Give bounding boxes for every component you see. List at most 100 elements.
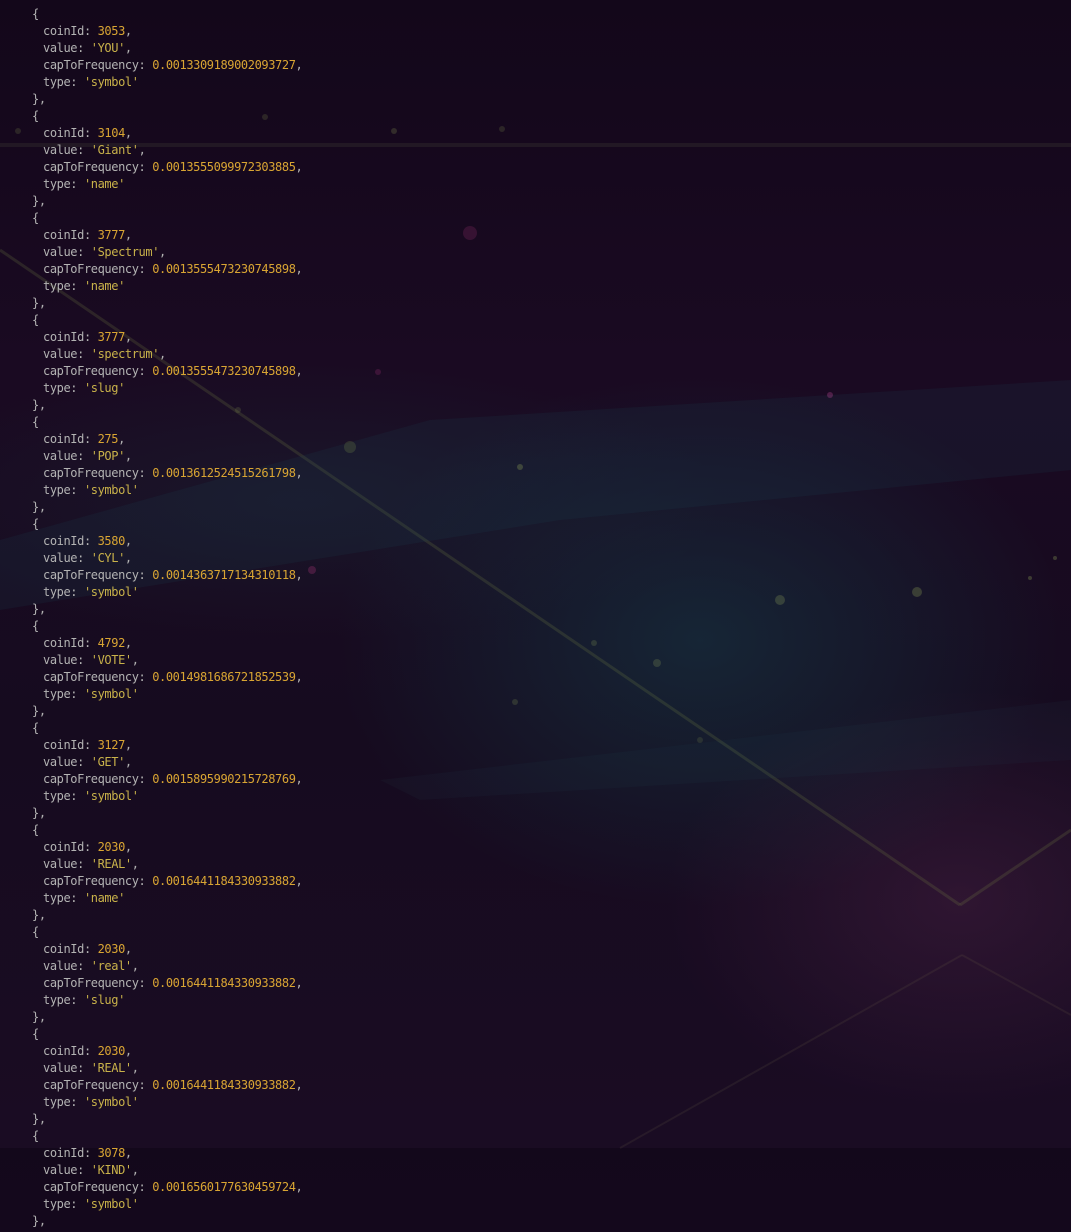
record-open-brace: {: [32, 1026, 302, 1043]
record-close-brace: },: [32, 295, 302, 312]
captofrequency-value: 0.0013555099972303885: [152, 160, 296, 174]
record-open-brace: {: [32, 210, 302, 227]
record-open-brace: {: [32, 516, 302, 533]
record-type-line: type: 'slug': [32, 380, 302, 397]
open-brace: {: [32, 211, 39, 225]
open-brace: {: [32, 109, 39, 123]
record-value-line: value: 'CYL',: [32, 550, 302, 567]
value-string: 'CYL': [90, 551, 126, 565]
captofrequency-value: 0.0014363717134310118: [152, 568, 296, 582]
type-key: type:: [43, 483, 84, 497]
open-brace: {: [32, 517, 39, 531]
record-coinid-line: coinId: 3127,: [32, 737, 302, 754]
open-brace: {: [32, 1129, 39, 1143]
terminal-window[interactable]: {coinId: 3053, value: 'YOU', capToFrequenc…: [0, 0, 1071, 1232]
record-type-line: type: 'symbol': [32, 686, 302, 703]
record-type-line: type: 'name': [32, 890, 302, 907]
close-brace: },: [32, 1112, 46, 1126]
comma: ,: [124, 1146, 132, 1160]
captofrequency-key: capToFrequency:: [43, 262, 153, 276]
value-string: 'REAL': [90, 1061, 132, 1075]
captofrequency-value: 0.0013309189002093727: [152, 58, 296, 72]
record-close-brace: },: [32, 397, 302, 414]
type-string: 'symbol': [83, 75, 139, 89]
type-string: 'symbol': [83, 483, 139, 497]
record-captofrequency-line: capToFrequency: 0.0014363717134310118,: [32, 567, 303, 584]
value-string: 'KIND': [90, 1163, 132, 1177]
coinid-value: 4792: [97, 636, 126, 650]
type-key: type:: [43, 279, 84, 293]
value-string: 'REAL': [90, 857, 132, 871]
type-string: 'symbol': [83, 1197, 139, 1211]
record-coinid-line: coinId: 2030,: [32, 1043, 302, 1060]
record-coinid-line: coinId: 3053,: [32, 23, 302, 40]
comma: ,: [131, 1061, 139, 1075]
record-captofrequency-line: capToFrequency: 0.0013612524515261798,: [32, 465, 303, 482]
coinid-value: 3104: [97, 126, 126, 140]
captofrequency-key: capToFrequency:: [43, 58, 153, 72]
coinid-key: coinId:: [43, 126, 98, 140]
record-type-line: type: 'symbol': [32, 584, 302, 601]
record-value-line: value: 'Spectrum',: [32, 244, 302, 261]
record-coinid-line: coinId: 3777,: [32, 329, 302, 346]
record-type-line: type: 'symbol': [32, 1094, 302, 1111]
coinid-key: coinId:: [43, 330, 98, 344]
comma: ,: [124, 755, 132, 769]
type-key: type:: [43, 381, 84, 395]
value-key: value:: [43, 755, 91, 769]
type-string: 'slug': [83, 993, 125, 1007]
captofrequency-value: 0.0015895990215728769: [152, 772, 296, 786]
close-brace: },: [32, 398, 46, 412]
comma: ,: [159, 245, 166, 259]
record-coinid-line: coinId: 2030,: [32, 839, 302, 856]
record-close-brace: },: [32, 1213, 302, 1230]
comma: ,: [124, 449, 132, 463]
type-key: type:: [43, 75, 84, 89]
value-string: 'Spectrum': [90, 245, 160, 259]
type-string: 'slug': [83, 381, 125, 395]
record-type-line: type: 'symbol': [32, 482, 302, 499]
record-type-line: type: 'symbol': [32, 74, 302, 91]
comma: ,: [295, 568, 303, 582]
captofrequency-key: capToFrequency:: [43, 1078, 153, 1092]
open-brace: {: [32, 1027, 39, 1041]
record-open-brace: {: [32, 312, 302, 329]
record-open-brace: {: [32, 414, 302, 431]
type-string: 'symbol': [83, 1095, 139, 1109]
comma: ,: [124, 738, 132, 752]
coinid-value: 3580: [97, 534, 126, 548]
comma: ,: [295, 976, 303, 990]
record-type-line: type: 'name': [32, 176, 302, 193]
comma: ,: [295, 160, 303, 174]
comma: ,: [295, 262, 303, 276]
comma: ,: [295, 874, 303, 888]
record-value-line: value: 'GET',: [32, 754, 302, 771]
coinid-value: 2030: [97, 840, 126, 854]
comma: ,: [124, 840, 132, 854]
value-key: value:: [43, 143, 91, 157]
coinid-key: coinId:: [43, 1044, 98, 1058]
record-value-line: value: 'spectrum',: [32, 346, 302, 363]
value-key: value:: [43, 959, 91, 973]
comma: ,: [295, 364, 303, 378]
close-brace: },: [32, 602, 46, 616]
captofrequency-value: 0.0016441184330933882: [152, 976, 296, 990]
comma: ,: [124, 551, 132, 565]
open-brace: {: [32, 925, 39, 939]
coinid-value: 3127: [97, 738, 126, 752]
comma: ,: [124, 534, 132, 548]
record-type-line: type: 'symbol': [32, 788, 302, 805]
record-close-brace: },: [32, 193, 302, 210]
console-output[interactable]: {coinId: 3053, value: 'YOU', capToFrequenc…: [32, 6, 303, 1230]
record-coinid-line: coinId: 3078,: [32, 1145, 302, 1162]
comma: ,: [124, 126, 132, 140]
record-value-line: value: 'POP',: [32, 448, 302, 465]
close-brace: },: [32, 194, 46, 208]
type-string: 'name': [83, 891, 125, 905]
comma: ,: [295, 58, 303, 72]
coinid-value: 2030: [97, 942, 126, 956]
comma: ,: [131, 1163, 139, 1177]
close-brace: },: [32, 500, 46, 514]
captofrequency-value: 0.0014981686721852539: [152, 670, 296, 684]
record-open-brace: {: [32, 6, 302, 23]
